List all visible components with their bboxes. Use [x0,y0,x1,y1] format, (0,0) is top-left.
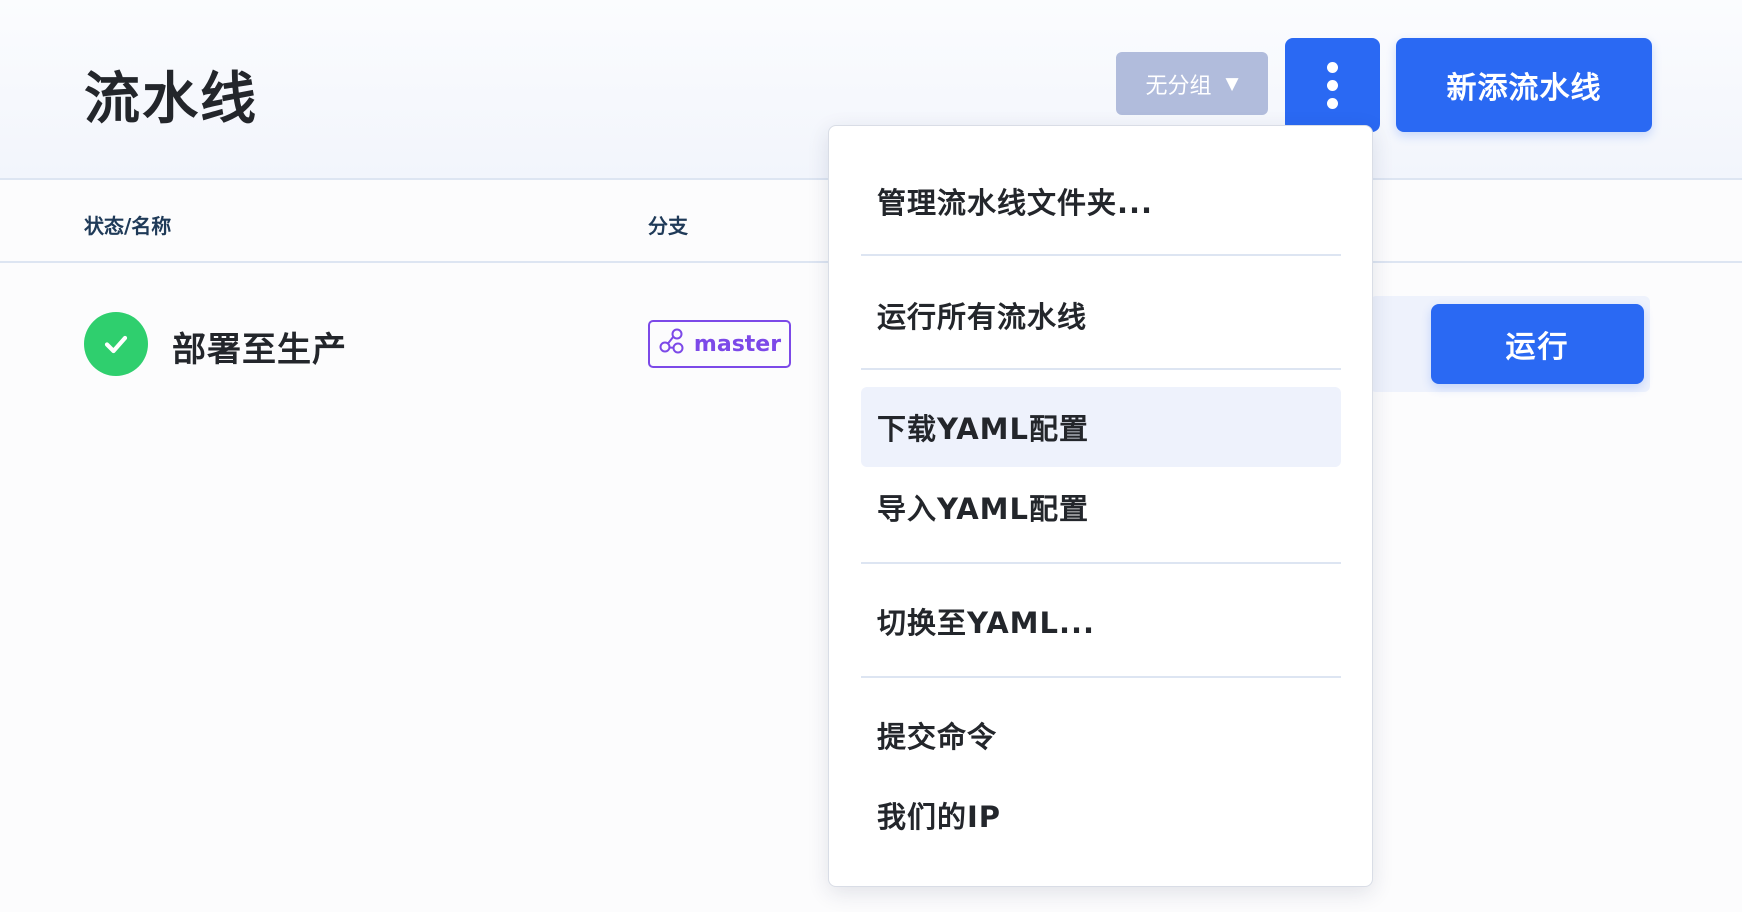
menu-divider [861,676,1341,678]
menu-item-download-yaml[interactable]: 下载YAML配置 [861,387,1341,467]
group-select-value: 无分组 [1145,73,1212,99]
pipelines-page: 流水线 无分组 ▼ 新添流水线 状态/名称 分支 部署至生产 master 运行… [0,0,1742,912]
menu-item-commit-command[interactable]: 提交命令 [861,695,1341,775]
column-header-branch: 分支 [648,214,688,238]
check-circle-icon [84,312,148,376]
group-select[interactable]: 无分组 ▼ [1116,52,1268,115]
git-branch-icon [658,327,686,361]
run-button[interactable]: 运行 [1431,304,1644,384]
new-pipeline-button[interactable]: 新添流水线 [1396,38,1652,132]
menu-divider [861,562,1341,564]
kebab-vertical-icon [1327,61,1338,109]
menu-item-switch-yaml[interactable]: 切换至YAML... [861,581,1341,661]
branch-name: master [693,331,782,357]
menu-item-run-all[interactable]: 运行所有流水线 [861,275,1341,355]
pipeline-name[interactable]: 部署至生产 [172,322,347,371]
menu-item-our-ip[interactable]: 我们的IP [861,775,1341,855]
more-options-button[interactable] [1285,38,1380,132]
branch-badge[interactable]: master [648,320,791,368]
caret-down-icon: ▼ [1225,73,1239,94]
page-title: 流水线 [84,67,258,132]
menu-divider [861,254,1341,256]
menu-item-manage-folders[interactable]: 管理流水线文件夹... [861,161,1341,241]
column-header-status-name: 状态/名称 [84,214,172,238]
menu-divider [861,368,1341,370]
more-options-menu: 管理流水线文件夹... 运行所有流水线 下载YAML配置 导入YAML配置 切换… [828,125,1373,887]
menu-item-import-yaml[interactable]: 导入YAML配置 [861,467,1341,547]
